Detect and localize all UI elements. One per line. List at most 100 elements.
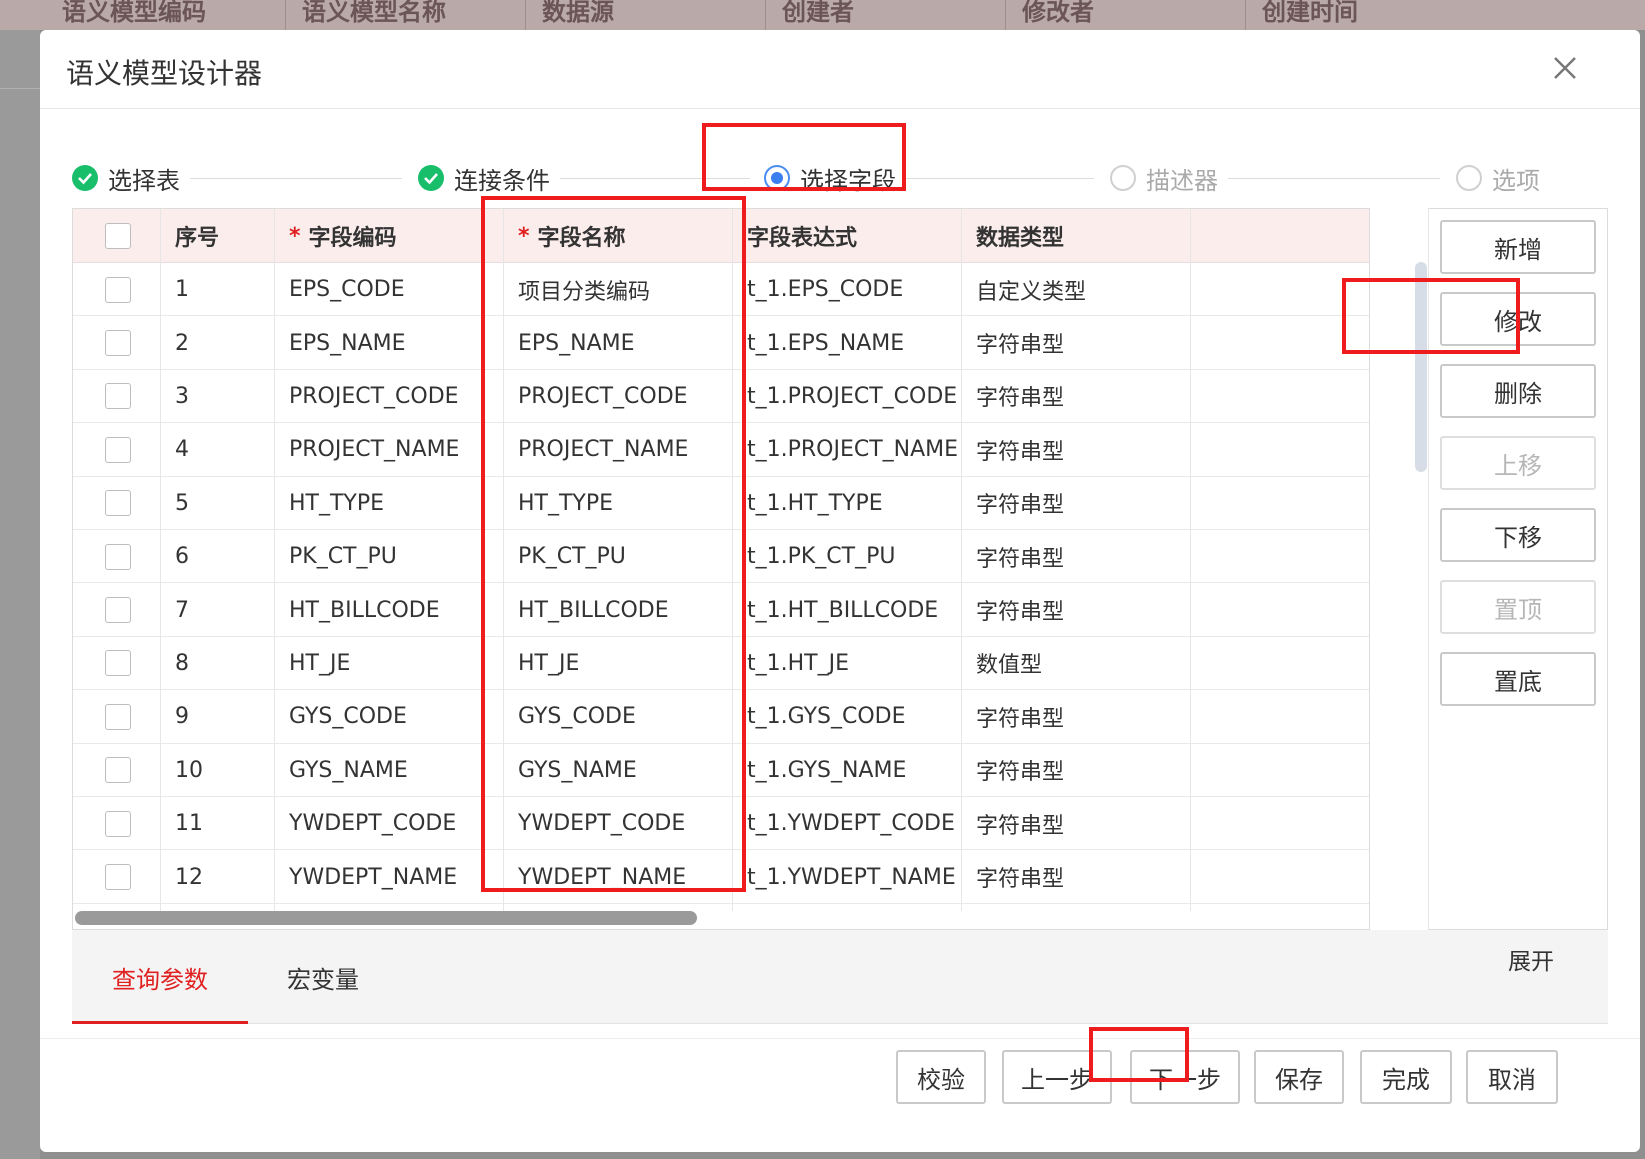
cell-field-code: GYS_CODE xyxy=(289,704,407,730)
step-options[interactable]: 选项 xyxy=(1456,148,1540,208)
tab-macro-vars[interactable]: 宏变量 xyxy=(248,930,398,1024)
row-checkbox[interactable] xyxy=(105,330,131,357)
cell-field-code: HT_BILLCODE xyxy=(289,597,440,623)
cell-field-name: HT_BILLCODE xyxy=(518,597,669,623)
cell-field-expression: t_1.PK_CT_PU xyxy=(747,544,896,570)
footer-divider xyxy=(40,1038,1640,1039)
save-button[interactable]: 保存 xyxy=(1254,1050,1344,1104)
add-button[interactable]: 新增 xyxy=(1440,220,1596,274)
step-label: 选项 xyxy=(1492,166,1540,195)
table-row[interactable]: 2 EPS_NAME EPS_NAME t_1.EPS_NAME 字符串型 xyxy=(73,316,1369,370)
semantic-model-designer-dialog: 语义模型设计器 选择表 连接条件 选择字段 描述器 选项 序号 * 字段编码 *… xyxy=(40,30,1640,1152)
parameter-tabs: 查询参数 宏变量 xyxy=(72,930,1608,1024)
current-step-icon xyxy=(764,165,790,191)
delete-button[interactable]: 删除 xyxy=(1440,364,1596,418)
edit-button[interactable]: 修改 xyxy=(1440,292,1596,346)
dialog-header: 语义模型设计器 xyxy=(40,30,1640,109)
step-select-fields[interactable]: 选择字段 xyxy=(764,148,896,208)
bg-col-sep xyxy=(285,0,286,30)
table-row[interactable]: 7 HT_BILLCODE HT_BILLCODE t_1.HT_BILLCODE 字符… xyxy=(73,583,1369,637)
cell-field-code: GYS_NAME xyxy=(289,757,408,783)
check-circle-icon xyxy=(72,165,98,191)
bg-col-sep xyxy=(525,0,526,30)
cell-field-name: EPS_NAME xyxy=(518,330,635,356)
row-checkbox[interactable] xyxy=(105,276,131,303)
row-checkbox[interactable] xyxy=(105,757,131,784)
cell-data-type: 自定义类型 xyxy=(976,279,1087,305)
cell-field-expression: t_1.GYS_NAME xyxy=(747,757,907,783)
step-label: 选择表 xyxy=(108,166,180,195)
close-icon[interactable] xyxy=(1545,48,1585,88)
table-row[interactable]: 6 PK_CT_PU PK_CT_PU t_1.PK_CT_PU 字符串型 xyxy=(73,530,1369,584)
cell-field-code: PROJECT_CODE xyxy=(289,383,459,409)
row-checkbox[interactable] xyxy=(105,703,131,730)
required-icon: * xyxy=(518,223,530,249)
active-tab-indicator xyxy=(72,1021,248,1024)
header-field-name: * 字段名称 xyxy=(518,209,626,263)
step-descriptor[interactable]: 描述器 xyxy=(1110,148,1218,208)
table-row[interactable]: 12 YWDEPT_NAME YWDEPT_NAME t_1.YWDEPT_NAME 字… xyxy=(73,850,1369,904)
header-field-code: * 字段编码 xyxy=(289,209,397,263)
table-row[interactable]: 3 PROJECT_CODE PROJECT_CODE t_1.PROJECT_COD… xyxy=(73,370,1369,424)
vertical-scrollbar[interactable] xyxy=(1415,262,1427,472)
cell-field-name: YWDEPT_NAME xyxy=(518,864,687,890)
column-divider xyxy=(961,209,962,911)
cell-field-code: EPS_CODE xyxy=(289,277,405,303)
row-checkbox[interactable] xyxy=(105,490,131,517)
header-field-expression: 字段表达式 xyxy=(747,226,858,251)
tab-query-params[interactable]: 查询参数 xyxy=(72,930,248,1024)
cell-data-type: 字符串型 xyxy=(976,813,1065,839)
horizontal-scrollbar[interactable] xyxy=(75,911,697,925)
row-checkbox[interactable] xyxy=(105,383,131,410)
cell-field-expression: t_1.YWDEPT_CODE xyxy=(747,811,955,837)
expand-link[interactable]: 展开 xyxy=(1508,942,1554,976)
move-to-top-button[interactable]: 置顶 xyxy=(1440,580,1596,634)
prev-step-button[interactable]: 上一步 xyxy=(1002,1050,1112,1104)
required-icon: * xyxy=(289,223,301,249)
table-row[interactable]: 10 GYS_NAME GYS_NAME t_1.GYS_NAME 字符串型 xyxy=(73,744,1369,797)
column-divider xyxy=(274,209,275,911)
column-divider xyxy=(160,209,161,911)
cell-field-name: GYS_CODE xyxy=(518,704,636,730)
row-checkbox[interactable] xyxy=(105,650,131,677)
cell-index: 11 xyxy=(175,811,203,837)
cell-index: 12 xyxy=(175,864,203,890)
dialog-title: 语义模型设计器 xyxy=(66,57,263,90)
table-row[interactable]: 4 PROJECT_NAME PROJECT_NAME t_1.PROJECT_NAM… xyxy=(73,423,1369,477)
select-all-checkbox[interactable] xyxy=(105,223,131,249)
table-row[interactable]: 9 GYS_CODE GYS_CODE t_1.GYS_CODE 字符串型 xyxy=(73,690,1369,744)
cell-data-type: 字符串型 xyxy=(976,546,1065,572)
finish-button[interactable]: 完成 xyxy=(1360,1050,1452,1104)
cancel-button[interactable]: 取消 xyxy=(1466,1050,1558,1104)
step-select-table[interactable]: 选择表 xyxy=(72,148,180,208)
move-to-bottom-button[interactable]: 置底 xyxy=(1440,652,1596,706)
cell-field-expression: t_1.PROJECT_NAME xyxy=(747,437,959,463)
background-divider xyxy=(0,88,40,89)
table-row[interactable]: 5 HT_TYPE HT_TYPE t_1.HT_TYPE 字符串型 xyxy=(73,477,1369,530)
cell-field-name: GYS_NAME xyxy=(518,757,637,783)
move-down-button[interactable]: 下移 xyxy=(1440,508,1596,562)
cell-field-code: HT_JE xyxy=(289,650,351,676)
validate-button[interactable]: 校验 xyxy=(896,1050,986,1104)
step-connector xyxy=(904,178,1094,179)
table-row[interactable]: 11 YWDEPT_CODE YWDEPT_CODE t_1.YWDEPT_CODE 字… xyxy=(73,797,1369,851)
next-step-button[interactable]: 下一步 xyxy=(1130,1050,1240,1104)
step-join-conditions[interactable]: 连接条件 xyxy=(418,148,550,208)
cell-index: 6 xyxy=(175,544,189,570)
table-row[interactable]: 1 EPS_CODE 项目分类编码 t_1.EPS_CODE 自定义类型 xyxy=(73,263,1369,317)
table-row[interactable]: 8 HT_JE HT_JE t_1.HT_JE 数值型 xyxy=(73,637,1369,691)
bg-col-datasource: 数据源 xyxy=(542,0,614,26)
row-checkbox[interactable] xyxy=(105,864,131,891)
row-checkbox[interactable] xyxy=(105,810,131,837)
move-up-button[interactable]: 上移 xyxy=(1440,436,1596,490)
cell-field-name: HT_TYPE xyxy=(518,490,614,516)
row-checkbox[interactable] xyxy=(105,436,131,463)
cell-field-expression: t_1.HT_BILLCODE xyxy=(747,597,939,623)
header-data-type: 数据类型 xyxy=(976,226,1065,251)
step-connector xyxy=(560,178,750,179)
row-checkbox[interactable] xyxy=(105,597,131,624)
row-checkbox[interactable] xyxy=(105,543,131,570)
cell-field-expression: t_1.GYS_CODE xyxy=(747,704,906,730)
grid-header: 序号 * 字段编码 * 字段名称 字段表达式 数据类型 xyxy=(73,209,1369,263)
cell-data-type: 字符串型 xyxy=(976,760,1065,786)
